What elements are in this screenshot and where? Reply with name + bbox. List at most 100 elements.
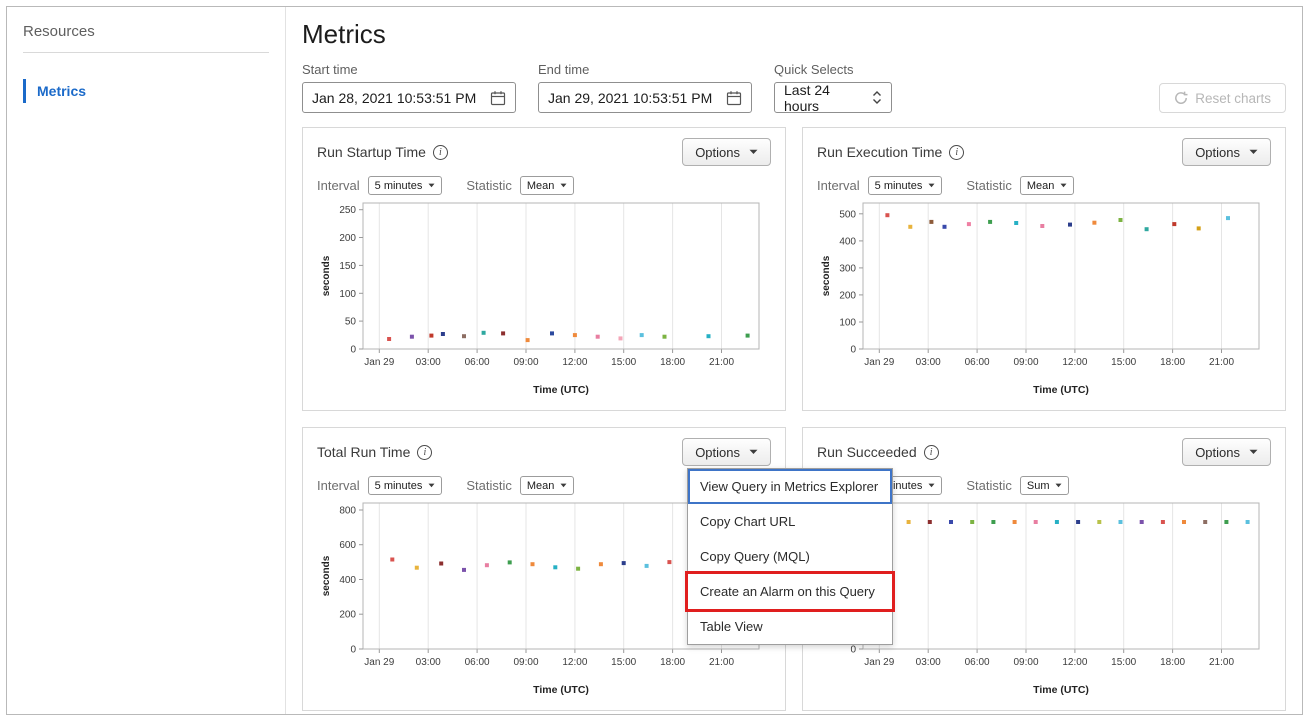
refresh-icon — [1174, 91, 1188, 105]
svg-text:200: 200 — [339, 610, 356, 621]
metric-card-run-execution-time: Run Execution Time i Options Interval 5 … — [802, 127, 1286, 411]
menu-item-copy-query-mql[interactable]: Copy Query (MQL) — [688, 539, 892, 574]
interval-select[interactable]: 5 minutes — [867, 176, 943, 195]
chart-plot: Jan 29 03:00 06:00 09:00 12:00 15:00 18:00 21:0… — [817, 197, 1271, 397]
statistic-select[interactable]: Mean — [519, 476, 575, 495]
end-time-input[interactable] — [548, 89, 716, 106]
options-button[interactable]: Options — [682, 138, 771, 166]
svg-text:Jan 29: Jan 29 — [864, 657, 894, 668]
interval-label: Interval — [317, 178, 360, 193]
svg-text:18:00: 18:00 — [660, 357, 685, 368]
svg-text:200: 200 — [839, 290, 856, 301]
chevron-down-icon — [928, 483, 935, 488]
options-button[interactable]: Options — [1182, 138, 1271, 166]
start-time-calendar-button[interactable] — [490, 90, 506, 106]
svg-text:150: 150 — [339, 261, 356, 272]
statistic-label: Statistic — [466, 178, 512, 193]
sidebar-title: Resources — [23, 23, 269, 53]
quick-selects-dropdown[interactable]: Last 24 hours — [774, 82, 892, 114]
sidebar-item-metrics[interactable]: Metrics — [23, 79, 269, 103]
card-header: Run Startup Time i Options — [317, 138, 771, 166]
chevron-down-icon — [428, 183, 435, 188]
svg-text:seconds: seconds — [321, 555, 332, 596]
svg-text:100: 100 — [339, 289, 356, 300]
statistic-select[interactable]: Mean — [519, 176, 575, 195]
main-content: Metrics Start time End time — [286, 7, 1302, 714]
svg-text:12:00: 12:00 — [562, 657, 587, 668]
svg-text:Jan 29: Jan 29 — [364, 357, 394, 368]
svg-text:Time (UTC): Time (UTC) — [1033, 384, 1089, 396]
chevron-down-icon — [1249, 149, 1258, 154]
chart-title: Run Execution Time — [817, 144, 943, 160]
svg-text:0: 0 — [350, 345, 356, 356]
svg-text:09:00: 09:00 — [1013, 357, 1038, 368]
svg-text:21:00: 21:00 — [709, 357, 734, 368]
statistic-label: Statistic — [466, 478, 512, 493]
svg-text:100: 100 — [839, 318, 856, 329]
console-page: Resources Metrics Metrics Start time Jan… — [6, 6, 1303, 715]
calendar-icon — [726, 90, 742, 106]
menu-item-create-alarm-on-query[interactable]: Create an Alarm on this Query — [685, 571, 895, 612]
sidebar: Resources Metrics — [7, 7, 286, 714]
statistic-label: Statistic — [966, 478, 1012, 493]
svg-text:Jan 29: Jan 29 — [864, 357, 894, 368]
svg-text:400: 400 — [339, 575, 356, 586]
svg-text:15:00: 15:00 — [1111, 357, 1136, 368]
chevron-down-icon — [928, 183, 935, 188]
statistic-select[interactable]: Sum — [1019, 476, 1070, 495]
svg-text:200: 200 — [339, 233, 356, 244]
svg-text:500: 500 — [839, 209, 856, 220]
svg-text:18:00: 18:00 — [1160, 357, 1185, 368]
svg-text:300: 300 — [839, 263, 856, 274]
svg-text:09:00: 09:00 — [513, 657, 538, 668]
options-button[interactable]: Options — [1182, 438, 1271, 466]
svg-text:18:00: 18:00 — [1160, 657, 1185, 668]
start-time-input[interactable] — [312, 89, 480, 106]
chevron-down-icon — [1055, 483, 1062, 488]
end-time-label: End time — [538, 62, 590, 77]
menu-item-copy-chart-url[interactable]: Copy Chart URL — [688, 504, 892, 539]
svg-text:0: 0 — [350, 645, 356, 656]
svg-text:12:00: 12:00 — [1062, 657, 1087, 668]
metric-card-run-startup-time: Run Startup Time i Options Interval 5 mi… — [302, 127, 786, 411]
chevron-down-icon — [428, 483, 435, 488]
svg-text:06:00: 06:00 — [965, 657, 990, 668]
statistic-select[interactable]: Mean — [1019, 176, 1075, 195]
svg-text:12:00: 12:00 — [1062, 357, 1087, 368]
menu-item-view-query-in-metrics-explorer[interactable]: View Query in Metrics Explorer — [688, 469, 892, 504]
reset-charts-label: Reset charts — [1195, 90, 1271, 106]
interval-select[interactable]: 5 minutes — [367, 476, 443, 495]
sidebar-nav: Metrics — [23, 79, 269, 103]
menu-item-table-view[interactable]: Table View — [688, 609, 892, 644]
reset-charts-button[interactable]: Reset charts — [1159, 83, 1286, 113]
info-icon[interactable]: i — [949, 144, 965, 160]
metrics-toolbar: Start time End time — [302, 62, 1286, 114]
chart-plot: Jan 29 03:00 06:00 09:00 12:00 15:00 18:00 21:0… — [317, 197, 771, 397]
chevron-down-icon — [560, 483, 567, 488]
metric-card-total-run-time: Total Run Time i Options Interval 5 minu… — [302, 427, 895, 711]
svg-text:03:00: 03:00 — [916, 357, 941, 368]
svg-text:250: 250 — [339, 205, 356, 216]
info-icon[interactable]: i — [417, 444, 433, 460]
start-time-input-box — [302, 82, 516, 113]
interval-select[interactable]: 5 minutes — [367, 176, 443, 195]
info-icon[interactable]: i — [923, 444, 939, 460]
svg-text:seconds: seconds — [321, 255, 332, 296]
statistic-label: Statistic — [966, 178, 1012, 193]
end-time-calendar-button[interactable] — [726, 90, 742, 106]
options-menu: View Query in Metrics Explorer Copy Char… — [685, 468, 895, 645]
chevron-down-icon — [749, 449, 758, 454]
options-button[interactable]: Options — [682, 438, 771, 466]
svg-text:03:00: 03:00 — [416, 357, 441, 368]
svg-text:15:00: 15:00 — [611, 357, 636, 368]
charts-grid: Run Startup Time i Options Interval 5 mi… — [302, 127, 1286, 711]
card-controls: Interval 5 minutes Statistic Mean — [317, 176, 771, 195]
svg-text:15:00: 15:00 — [611, 657, 636, 668]
svg-text:15:00: 15:00 — [1111, 657, 1136, 668]
start-time-label: Start time — [302, 62, 358, 77]
end-time-input-box — [538, 82, 752, 113]
start-time-field-group: Start time — [302, 62, 516, 113]
info-icon[interactable]: i — [432, 144, 448, 160]
svg-text:800: 800 — [339, 506, 356, 517]
chart-title: Run Startup Time — [317, 144, 426, 160]
